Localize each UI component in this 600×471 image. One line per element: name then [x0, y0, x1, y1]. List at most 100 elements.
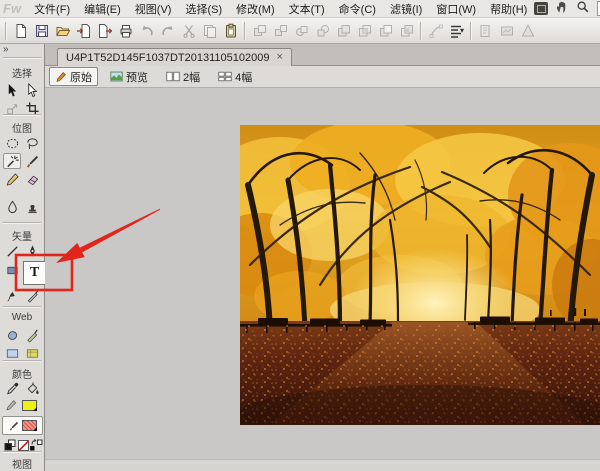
marquee-tool[interactable]	[3, 135, 21, 151]
text-tool[interactable]: T	[23, 261, 46, 285]
canvas-area[interactable]	[45, 88, 600, 471]
preview-view-label: 预览	[126, 69, 148, 85]
redo-button[interactable]	[157, 20, 178, 42]
tools-panel: » 选择 位图 矢量 T Web 颜色	[0, 44, 45, 471]
toolbar-separator	[5, 22, 7, 40]
import-button[interactable]	[73, 20, 94, 42]
section-label-web: Web	[0, 312, 44, 323]
toolbar-separator	[470, 22, 472, 40]
page-properties-icon[interactable]	[475, 20, 496, 42]
slice-tool[interactable]	[23, 327, 41, 343]
save-button[interactable]	[31, 20, 52, 42]
menu-help[interactable]: 帮助(H)	[483, 1, 534, 17]
knife-tool[interactable]	[23, 288, 41, 304]
document-window: U4P1T52D145F1037DT20131105102009 × 原始 预览…	[45, 44, 600, 471]
stroke-color-swatch[interactable]	[22, 400, 37, 411]
eraser-tool[interactable]	[23, 171, 41, 187]
blur-tool[interactable]	[3, 198, 21, 214]
menu-bar: Fw 文件(F) 编辑(E) 视图(V) 选择(S) 修改(M) 文本(T) 命…	[0, 0, 600, 18]
preview-mode-bar: 原始 预览 2幅 4幅	[45, 66, 600, 88]
document-tab[interactable]: U4P1T52D145F1037DT20131105102009 ×	[57, 48, 292, 66]
section-divider	[3, 57, 41, 58]
main-toolbar: ▾	[0, 18, 600, 44]
optimize-icon[interactable]	[517, 20, 538, 42]
section-label-view: 视图	[0, 456, 44, 471]
magic-wand-tool[interactable]	[3, 153, 21, 169]
section-label-colors: 颜色	[0, 366, 44, 381]
section-divider	[3, 114, 41, 115]
fireworks-window: Fw 文件(F) 编辑(E) 视图(V) 选择(S) 修改(M) 文本(T) 命…	[0, 0, 600, 471]
four-up-icon	[218, 71, 232, 82]
split-icon[interactable]	[312, 20, 333, 42]
export-preview-icon[interactable]	[496, 20, 517, 42]
preview-view-button[interactable]: 预览	[104, 67, 154, 86]
pencil-tool[interactable]	[3, 171, 21, 187]
export-button[interactable]	[94, 20, 115, 42]
toolbar-separator	[244, 22, 246, 40]
pointer-tool[interactable]	[3, 82, 21, 98]
hotspot-tool[interactable]	[3, 327, 21, 343]
lasso-tool[interactable]	[23, 135, 41, 151]
subselection-tool[interactable]	[23, 82, 41, 98]
menu-edit[interactable]: 编辑(E)	[77, 1, 128, 17]
menu-file[interactable]: 文件(F)	[27, 1, 77, 17]
screen-mode-icon[interactable]	[534, 2, 548, 15]
pen-tool[interactable]	[23, 243, 41, 259]
menu-text[interactable]: 文本(T)	[282, 1, 332, 17]
section-label-bitmap: 位图	[0, 120, 44, 135]
four-up-view-button[interactable]: 4幅	[212, 67, 258, 86]
align-button[interactable]: ▾	[446, 20, 467, 42]
open-button[interactable]	[52, 20, 73, 42]
fill-color-button[interactable]	[2, 416, 43, 435]
eyedropper-tool[interactable]	[3, 380, 21, 396]
free-transform-icon[interactable]	[425, 20, 446, 42]
ungroup-icon[interactable]	[270, 20, 291, 42]
copy-button[interactable]	[199, 20, 220, 42]
fill-color-swatch	[22, 420, 37, 431]
pencil-icon	[55, 71, 67, 83]
menu-view[interactable]: 视图(V)	[128, 1, 179, 17]
cut-button[interactable]	[178, 20, 199, 42]
union-icon[interactable]	[333, 20, 354, 42]
menu-commands[interactable]: 命令(C)	[332, 1, 383, 17]
hand-icon[interactable]	[555, 0, 569, 17]
section-label-select: 选择	[0, 65, 44, 80]
new-document-button[interactable]	[10, 20, 31, 42]
section-divider	[3, 451, 41, 452]
rectangle-tool[interactable]	[3, 262, 21, 278]
status-bar	[45, 459, 600, 471]
two-up-icon	[166, 71, 180, 82]
menu-select[interactable]: 选择(S)	[178, 1, 229, 17]
document-tab-bar: U4P1T52D145F1037DT20131105102009 ×	[45, 44, 600, 66]
join-icon[interactable]	[291, 20, 312, 42]
crop-shape-icon[interactable]	[396, 20, 417, 42]
brush-tool[interactable]	[23, 153, 41, 169]
menu-modify[interactable]: 修改(M)	[229, 1, 282, 17]
panel-collapse-icon[interactable]: »	[3, 44, 9, 55]
rectangle-hotspot-icon[interactable]	[3, 345, 21, 361]
paint-bucket-tool[interactable]	[23, 380, 41, 396]
canvas-image-autumn-park[interactable]	[240, 125, 600, 425]
paste-button[interactable]	[220, 20, 241, 42]
section-divider	[3, 222, 41, 223]
original-view-button[interactable]: 原始	[49, 67, 98, 86]
menu-window[interactable]: 窗口(W)	[429, 1, 483, 17]
section-label-vector: 矢量	[0, 228, 44, 243]
menu-filters[interactable]: 滤镜(I)	[383, 1, 429, 17]
rectangle-slice-icon[interactable]	[23, 345, 41, 361]
undo-button[interactable]	[136, 20, 157, 42]
magnifier-icon[interactable]	[576, 0, 590, 17]
close-icon[interactable]: ×	[276, 52, 282, 63]
stroke-color-pencil-icon[interactable]	[2, 397, 20, 413]
two-up-view-button[interactable]: 2幅	[160, 67, 206, 86]
menubar-right-tools: 100%	[534, 0, 600, 17]
document-tab-title: U4P1T52D145F1037DT20131105102009	[66, 52, 269, 64]
intersect-icon[interactable]	[354, 20, 375, 42]
chevron-down-icon: ▾	[460, 26, 464, 35]
punch-icon[interactable]	[375, 20, 396, 42]
freeform-tool[interactable]	[3, 288, 21, 304]
print-button[interactable]	[115, 20, 136, 42]
rubber-stamp-tool[interactable]	[23, 198, 41, 214]
line-tool[interactable]	[3, 243, 21, 259]
group-icon[interactable]	[249, 20, 270, 42]
